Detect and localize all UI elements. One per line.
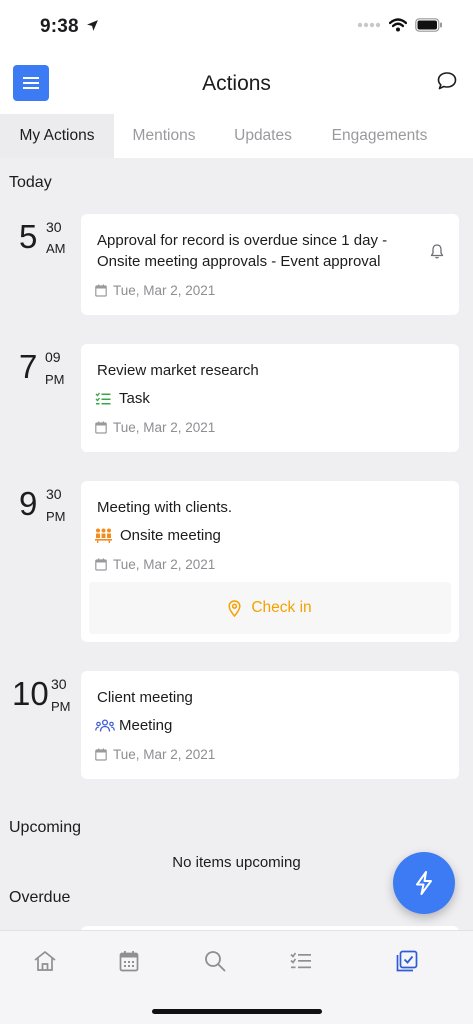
action-ampm: PM: [45, 372, 65, 387]
calendar-small-icon: [95, 421, 107, 434]
action-title-line2: Onsite meeting approvals - Event approva…: [97, 253, 381, 270]
page-title: Actions: [202, 72, 271, 95]
quick-action-button[interactable]: [393, 852, 455, 914]
action-type: Meeting: [95, 717, 172, 734]
chat-button[interactable]: [436, 70, 458, 97]
nav-home[interactable]: [32, 948, 58, 974]
check-in-button[interactable]: Check in: [89, 582, 451, 634]
action-ampm: PM: [46, 509, 66, 524]
calendar-small-icon: [95, 748, 107, 761]
action-type: Task: [95, 390, 150, 407]
search-icon: [205, 951, 226, 972]
tab-my-actions[interactable]: My Actions: [0, 114, 114, 158]
chat-icon: [437, 72, 457, 90]
action-date-text: Tue, Mar 2, 2021: [113, 557, 216, 572]
action-hour: 9: [19, 485, 38, 522]
action-card-meeting[interactable]: Client meeting Meeting Tue, Mar 2, 2021: [81, 671, 459, 779]
nav-calendar[interactable]: [116, 948, 142, 974]
action-minute: 09: [45, 349, 61, 365]
action-type-text: Meeting: [119, 717, 173, 734]
location-arrow-icon: [87, 20, 99, 31]
meeting-people-icon: [95, 718, 115, 732]
home-indicator: [152, 1009, 322, 1014]
action-card-onsite-meeting[interactable]: Meeting with clients. Onsite meeting Tue…: [81, 481, 459, 642]
action-card-approval[interactable]: Approval for record is overdue since 1 d…: [81, 214, 459, 315]
location-pin-icon: [228, 599, 241, 617]
action-date: Tue, Mar 2, 2021: [95, 557, 215, 572]
action-date-text: Tue, Mar 2, 2021: [113, 747, 216, 762]
tab-updates[interactable]: Updates: [214, 114, 312, 158]
tab-mentions[interactable]: Mentions: [114, 114, 214, 158]
section-upcoming-label: Upcoming: [9, 819, 82, 836]
action-minute: 30: [46, 219, 62, 235]
clock-text: 9:38: [40, 16, 79, 37]
action-type-text: Task: [119, 390, 150, 407]
action-title: Meeting with clients.: [97, 499, 233, 516]
action-hour: 7: [19, 348, 38, 385]
check-in-label: Check in: [251, 599, 312, 616]
action-title-line1: Approval for record is overdue since 1 d…: [97, 232, 388, 249]
action-date: Tue, Mar 2, 2021: [95, 283, 215, 298]
wifi-icon: [389, 18, 407, 32]
action-type: Onsite meeting: [95, 527, 221, 544]
action-ampm: AM: [46, 241, 66, 256]
app-header: Actions: [0, 56, 473, 114]
signal-dots-icon: [357, 22, 381, 28]
action-type-text: Onsite meeting: [120, 527, 221, 544]
calendar-icon: [119, 951, 139, 972]
action-date-text: Tue, Mar 2, 2021: [113, 283, 216, 298]
home-icon: [34, 951, 56, 971]
nav-tasks[interactable]: [288, 948, 314, 974]
tab-engagements[interactable]: Engagements: [312, 114, 447, 158]
action-date: Tue, Mar 2, 2021: [95, 420, 215, 435]
calendar-small-icon: [95, 558, 107, 571]
action-card-task[interactable]: Review market research Task Tue, Mar 2, …: [81, 344, 459, 452]
status-bar: 9:38: [0, 0, 473, 56]
calendar-small-icon: [95, 284, 107, 297]
nav-actions[interactable]: [394, 948, 420, 974]
actions-icon: [396, 950, 418, 972]
lightning-icon: [416, 871, 432, 895]
task-list-icon: [95, 392, 111, 404]
task-list-icon: [290, 952, 311, 969]
action-minute: 30: [46, 486, 62, 502]
action-date: Tue, Mar 2, 2021: [95, 747, 215, 762]
section-overdue-label: Overdue: [9, 889, 71, 906]
battery-icon: [415, 18, 442, 32]
nav-search[interactable]: [202, 948, 228, 974]
action-title: Review market research: [97, 362, 259, 379]
status-time: 9:38: [40, 16, 99, 38]
action-minute: 30: [51, 676, 67, 692]
onsite-meeting-icon: [95, 528, 112, 543]
action-date-text: Tue, Mar 2, 2021: [113, 420, 216, 435]
action-hour: 10: [12, 675, 49, 712]
action-title: Client meeting: [97, 689, 193, 706]
action-hour: 5: [19, 218, 38, 255]
section-today-label: Today: [9, 174, 52, 191]
tab-bar: My Actions Mentions Updates Engagements: [0, 114, 473, 158]
action-ampm: PM: [51, 699, 71, 714]
bell-icon[interactable]: [429, 243, 445, 260]
